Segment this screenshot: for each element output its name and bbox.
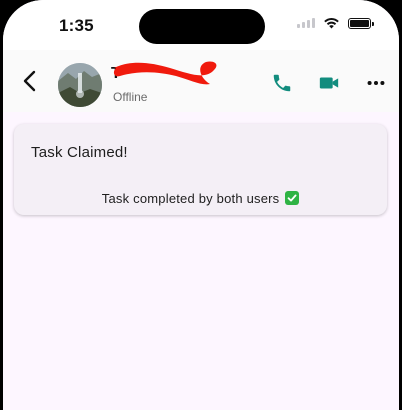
more-dots-icon[interactable] <box>365 72 387 94</box>
status-bar: 1:35 <box>3 0 399 50</box>
redaction-scribble <box>113 61 217 85</box>
wifi-icon <box>324 17 339 29</box>
chat-header: T Offline <box>3 50 399 112</box>
task-card-status: Task completed by both users <box>14 191 387 206</box>
dynamic-island <box>139 9 265 44</box>
video-camera-icon[interactable] <box>318 72 340 94</box>
presence-status: Offline <box>113 90 148 104</box>
status-icons <box>297 17 374 29</box>
status-time: 1:35 <box>59 16 94 35</box>
phone-icon[interactable] <box>271 72 293 94</box>
check-mark-button-icon <box>285 191 300 205</box>
task-status-text: Task completed by both users <box>101 191 280 206</box>
message-list[interactable]: Task Claimed! Task completed by both use… <box>3 112 399 410</box>
task-card-title: Task Claimed! <box>31 144 128 161</box>
app-screen: 1:35 Offline Task Claimed! Task complete… <box>3 0 399 410</box>
phone-frame: 1:35 Offline Task Claimed! Task complete… <box>0 0 402 410</box>
avatar-photo <box>58 63 102 107</box>
battery-icon <box>348 17 374 29</box>
back-icon[interactable] <box>17 68 43 94</box>
cellular-signal-icon <box>297 18 315 28</box>
contact-avatar[interactable] <box>58 63 102 107</box>
task-claimed-card[interactable]: Task Claimed! Task completed by both use… <box>14 124 387 215</box>
